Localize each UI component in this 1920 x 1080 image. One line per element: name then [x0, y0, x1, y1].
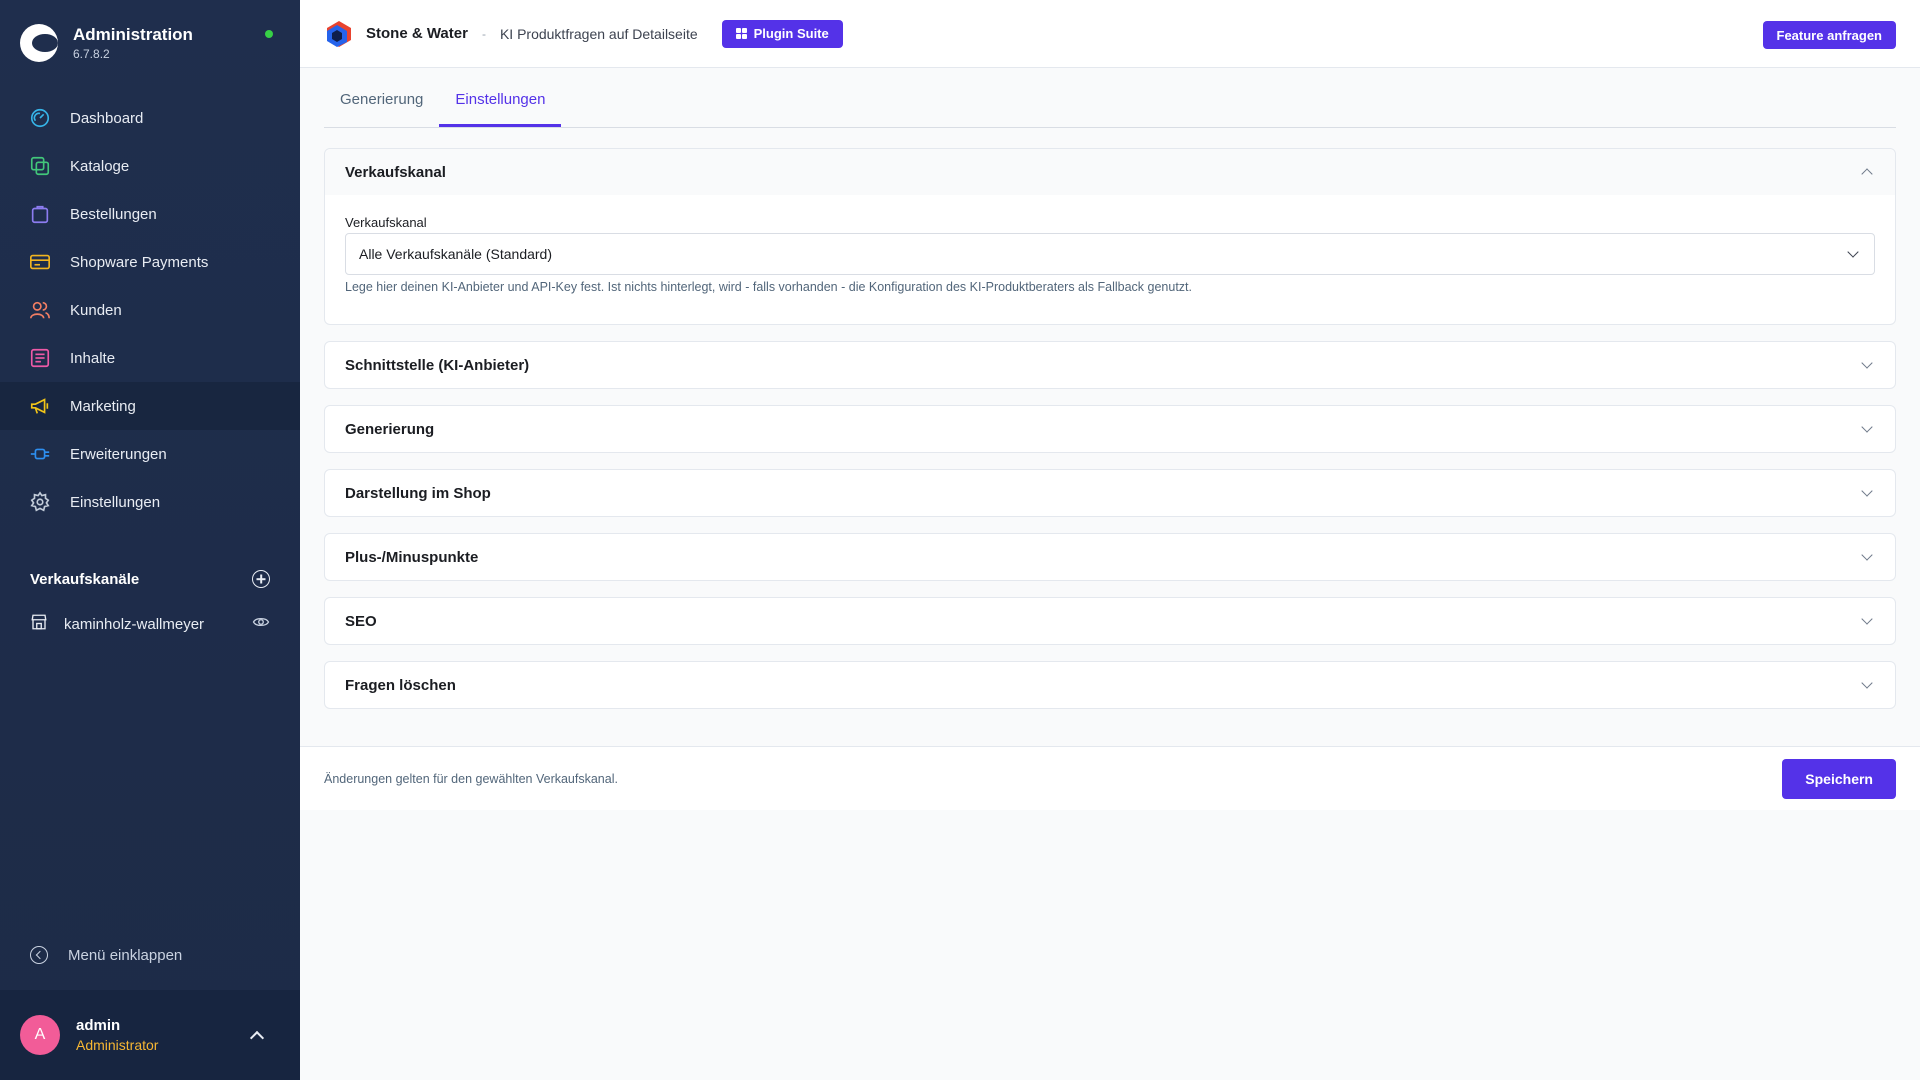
section-header[interactable]: Plus-/Minuspunkte: [325, 534, 1895, 580]
avatar: A: [20, 1015, 60, 1055]
section-generierung[interactable]: Generierung: [324, 405, 1896, 453]
section-darstellung[interactable]: Darstellung im Shop: [324, 469, 1896, 517]
save-button[interactable]: Speichern: [1782, 758, 1896, 799]
chevron-down-icon: [1861, 357, 1873, 369]
user-name: admin: [76, 1017, 121, 1034]
nav-item-erweiterungen[interactable]: Erweiterungen: [0, 430, 300, 478]
plugin-name: KI Produktfragen auf Detailseite: [499, 25, 698, 42]
gear-icon: [28, 490, 52, 514]
section-title: Plus-/Minuspunkte: [345, 548, 479, 566]
sales-channel-card-body: Verkaufskanal Alle Verkaufskanäle (Stand…: [325, 215, 1895, 324]
nav-item-label: Kataloge: [70, 157, 130, 175]
nav-item-label: Inhalte: [70, 349, 116, 367]
section-header[interactable]: SEO: [325, 598, 1895, 644]
section-title: Generierung: [345, 420, 435, 438]
nav-item-label: Bestellungen: [70, 205, 157, 223]
plugin-suite-label: Plugin Suite: [753, 26, 829, 41]
field-label: Verkaufskanal: [345, 215, 427, 230]
grid-icon: [735, 28, 747, 39]
sales-channels-title: Verkaufskanäle: [30, 570, 140, 588]
nav-item-einstellungen[interactable]: Einstellungen: [0, 478, 300, 526]
chevron-up-icon[interactable]: [249, 1030, 265, 1045]
megaphone-icon: [28, 394, 52, 418]
title-separator: -: [481, 26, 486, 41]
chevron-up-icon: [1861, 168, 1873, 180]
storefront-icon: [30, 613, 48, 636]
main-nav: Dashboard Kataloge Bestellungen Shopware…: [0, 94, 300, 526]
chevron-down-icon: [1861, 677, 1873, 689]
nav-item-kataloge[interactable]: Kataloge: [0, 142, 300, 190]
nav-item-label: Shopware Payments: [70, 253, 209, 271]
tabs: Generierung Einstellungen: [324, 68, 1896, 128]
chevron-down-icon: [1861, 421, 1873, 433]
user-role: Administrator: [76, 1037, 159, 1053]
app-title: Administration: [73, 25, 193, 44]
chevron-down-icon: [1861, 485, 1873, 497]
content-icon: [28, 346, 52, 370]
catalog-icon: [28, 154, 52, 178]
section-seo[interactable]: SEO: [324, 597, 1896, 645]
company-name: Stone & Water: [366, 25, 468, 42]
chevron-down-icon: [1861, 613, 1873, 625]
nav-item-label: Dashboard: [70, 109, 144, 127]
nav-item-label: Kunden: [70, 301, 122, 319]
sales-channel-select[interactable]: Alle Verkaufskanäle (Standard): [345, 233, 1875, 275]
shopping-bag-icon: [28, 202, 52, 226]
tab-einstellungen[interactable]: Einstellungen: [439, 91, 562, 127]
section-header[interactable]: Generierung: [325, 406, 1895, 452]
chevron-down-icon: [1847, 246, 1859, 258]
sales-channels-header: Verkaufskanäle: [30, 568, 270, 590]
dashboard-icon: [28, 106, 52, 130]
section-title: Schnittstelle (KI-Anbieter): [345, 356, 530, 374]
sales-channel-card: Verkaufskanal Verkaufskanal Alle Verkauf…: [324, 148, 1896, 325]
help-text: Lege hier deinen KI-Anbieter und API-Key…: [345, 280, 1192, 294]
nav-item-label: Marketing: [70, 397, 136, 415]
section-header[interactable]: Darstellung im Shop: [325, 470, 1895, 516]
chevron-left-circle-icon: [30, 946, 48, 964]
sidebar: Administration 6.7.8.2 Dashboard Katalog…: [0, 0, 300, 1080]
footer-bar: Änderungen gelten für den gewählten Verk…: [300, 746, 1920, 810]
plugin-suite-button[interactable]: Plugin Suite: [721, 19, 843, 48]
section-title: Fragen löschen: [345, 676, 456, 694]
section-header[interactable]: Fragen löschen: [325, 662, 1895, 708]
main-content: Generierung Einstellungen Verkaufskanal …: [324, 68, 1896, 709]
sales-channel-card-header[interactable]: Verkaufskanal: [325, 149, 1895, 195]
section-header[interactable]: Schnittstelle (KI-Anbieter): [325, 342, 1895, 388]
user-menu[interactable]: A admin Administrator: [0, 990, 300, 1080]
nav-item-bestellungen[interactable]: Bestellungen: [0, 190, 300, 238]
card-title: Verkaufskanal: [345, 163, 446, 181]
nav-item-kunden[interactable]: Kunden: [0, 286, 300, 334]
tab-generierung[interactable]: Generierung: [324, 91, 439, 127]
plug-icon: [28, 442, 52, 466]
nav-item-label: Einstellungen: [70, 493, 161, 511]
selected-value: Alle Verkaufskanäle (Standard): [359, 246, 552, 262]
add-sales-channel-icon[interactable]: [252, 570, 270, 588]
sales-channel-item[interactable]: kaminholz-wallmeyer: [30, 612, 270, 636]
nav-item-inhalte[interactable]: Inhalte: [0, 334, 300, 382]
sales-channel-name: kaminholz-wallmeyer: [64, 615, 205, 633]
customers-icon: [28, 298, 52, 322]
section-title: Darstellung im Shop: [345, 484, 491, 502]
top-bar: Stone & Water - KI Produktfragen auf Det…: [300, 0, 1920, 68]
section-plus-minus[interactable]: Plus-/Minuspunkte: [324, 533, 1896, 581]
credit-card-icon: [28, 250, 52, 274]
collapse-menu-button[interactable]: Menü einklappen: [30, 946, 182, 964]
stone-and-water-logo-icon: [327, 20, 351, 47]
eye-icon[interactable]: [252, 613, 270, 636]
shopware-logo-icon: [20, 24, 58, 62]
status-indicator: [265, 30, 273, 38]
nav-item-marketing[interactable]: Marketing: [0, 382, 300, 430]
nav-item-shopware-payments[interactable]: Shopware Payments: [0, 238, 300, 286]
footer-note: Änderungen gelten für den gewählten Verk…: [324, 771, 618, 786]
app-version: 6.7.8.2: [73, 47, 110, 61]
section-title: SEO: [345, 612, 377, 630]
feature-request-button[interactable]: Feature anfragen: [1762, 21, 1896, 49]
nav-item-label: Erweiterungen: [70, 445, 167, 463]
nav-item-dashboard[interactable]: Dashboard: [0, 94, 300, 142]
section-api[interactable]: Schnittstelle (KI-Anbieter): [324, 341, 1896, 389]
section-fragen-loeschen[interactable]: Fragen löschen: [324, 661, 1896, 709]
chevron-down-icon: [1861, 549, 1873, 561]
collapse-menu-label: Menü einklappen: [68, 946, 183, 964]
brand[interactable]: Administration 6.7.8.2: [20, 20, 193, 66]
